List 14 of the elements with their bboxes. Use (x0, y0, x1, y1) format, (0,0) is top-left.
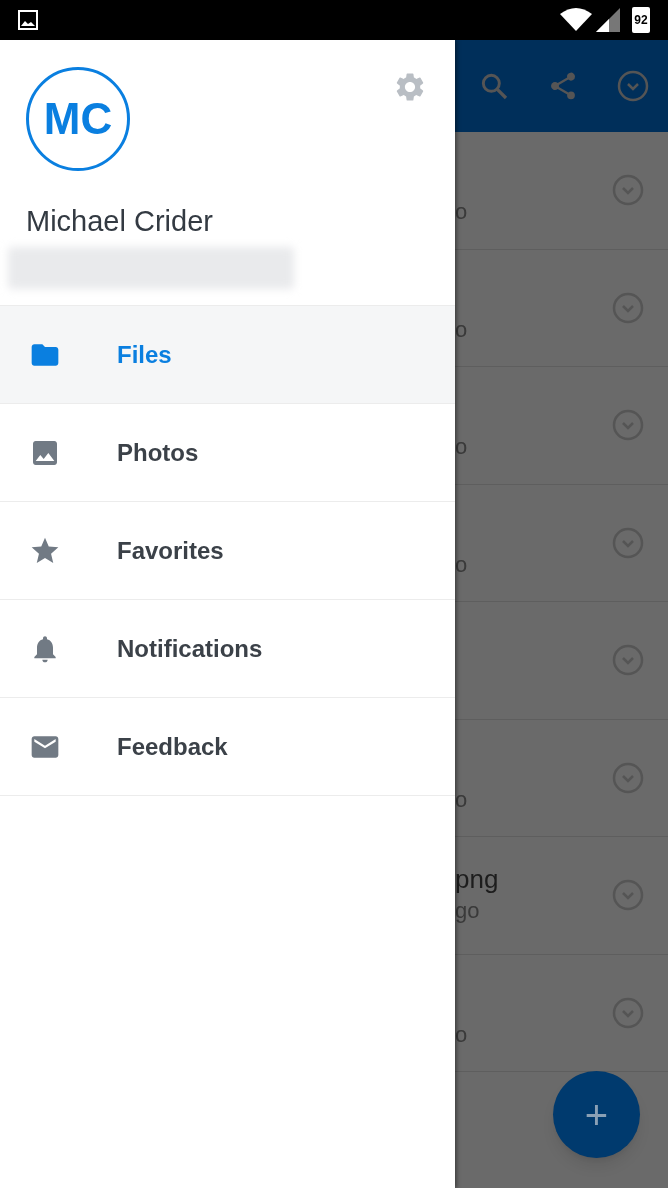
user-name: Michael Crider (25, 204, 214, 239)
file-name: png (455, 863, 500, 896)
image-notification-icon (18, 10, 38, 30)
drawer-menu-item[interactable]: Files (0, 306, 455, 404)
battery-icon: 92 (632, 7, 650, 33)
drawer-menu-item[interactable]: Notifications (0, 600, 455, 698)
avatar[interactable]: MC (26, 67, 130, 171)
signal-icon (596, 8, 620, 32)
drawer-menu-item[interactable]: Feedback (0, 698, 455, 796)
drawer-menu-item[interactable]: Photos (0, 404, 455, 502)
wifi-icon (560, 8, 592, 32)
add-button[interactable]: + (553, 1071, 640, 1158)
drawer-menu-item[interactable]: Favorites (0, 502, 455, 600)
select-all-icon[interactable] (617, 70, 650, 102)
